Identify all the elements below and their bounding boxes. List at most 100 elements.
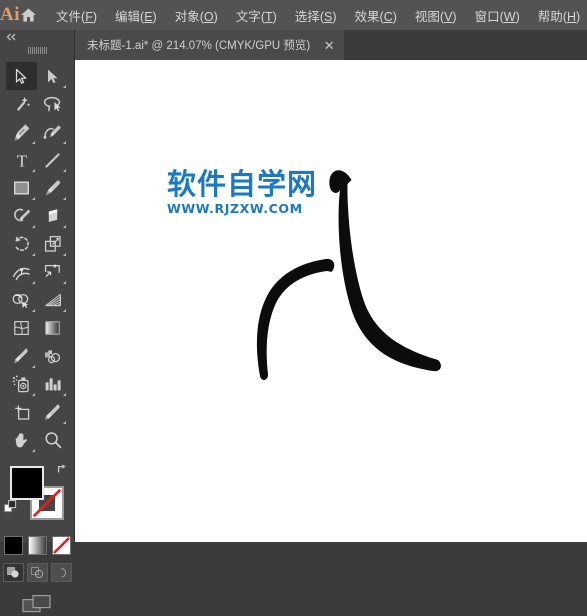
- tool-paintbrush[interactable]: [37, 174, 68, 202]
- slice-knife-icon: [44, 404, 60, 420]
- tool-gradient[interactable]: [37, 314, 68, 342]
- artboard-canvas[interactable]: 软件自学网 WWW.RJZXW.COM: [75, 60, 587, 542]
- hand-icon: [15, 432, 27, 448]
- tool-flyout-marker: [32, 141, 35, 144]
- tool-flyout-marker: [63, 309, 66, 312]
- draw-inside-icon: [60, 567, 66, 578]
- watermark-title: 软件自学网: [167, 167, 318, 201]
- gradient-mode-button[interactable]: [27, 536, 47, 555]
- tool-curvature[interactable]: [37, 118, 68, 146]
- tool-shape-builder[interactable]: [6, 286, 37, 314]
- line-segment-icon: [45, 152, 60, 168]
- menu-label-view: 视图: [414, 9, 440, 24]
- tool-rectangle[interactable]: [6, 174, 37, 202]
- tool-mesh[interactable]: [6, 314, 37, 342]
- menu-item-help[interactable]: 帮助(H): [529, 2, 587, 29]
- draw-behind-icon: [30, 566, 43, 578]
- tool-flyout-marker: [32, 197, 35, 200]
- tool-zoom[interactable]: [37, 426, 68, 454]
- tool-hand[interactable]: [6, 426, 37, 454]
- type-t-icon: T: [16, 152, 27, 169]
- tool-column-graph[interactable]: [37, 370, 68, 398]
- tool-shaper[interactable]: [6, 202, 37, 230]
- tool-direct-selection[interactable]: [37, 62, 68, 90]
- menu-item-effect[interactable]: 效果(C): [346, 2, 406, 29]
- tool-type[interactable]: T: [6, 146, 37, 174]
- menu-label-window: 窗口: [474, 9, 500, 24]
- tool-rotate[interactable]: [6, 230, 37, 258]
- menu-item-file[interactable]: 文件(F): [47, 2, 106, 29]
- tool-free-transform[interactable]: [37, 258, 68, 286]
- menu-label-file: 文件: [56, 9, 82, 24]
- tool-flyout-marker: [32, 365, 35, 368]
- collapse-panel-icon[interactable]: [0, 30, 74, 44]
- tool-perspective-grid[interactable]: [37, 286, 68, 314]
- close-icon[interactable]: ✕: [322, 39, 336, 52]
- perspective-grid-icon: [44, 293, 61, 306]
- paintbrush-icon: [45, 180, 60, 196]
- tool-flyout-marker: [63, 85, 66, 88]
- menu-item-object[interactable]: 对象(O): [166, 2, 227, 29]
- tool-artboard[interactable]: [6, 398, 37, 426]
- rotate-icon: [14, 236, 29, 251]
- width-icon: [12, 267, 30, 280]
- menu-accel-type: T: [264, 9, 273, 24]
- screen-mode-button[interactable]: [0, 594, 74, 616]
- tool-pen[interactable]: [6, 118, 37, 146]
- swap-fill-stroke-icon[interactable]: [56, 462, 69, 480]
- menu-item-list: 文件(F) 编辑(E) 对象(O) 文字(T) 选择(S) 效果(C) 视图(V…: [47, 2, 587, 29]
- tool-symbol-sprayer[interactable]: [6, 370, 37, 398]
- menu-label-select: 选择: [294, 9, 320, 24]
- shaper-icon: [13, 208, 30, 222]
- tool-lasso[interactable]: [37, 90, 68, 118]
- tool-slice[interactable]: [37, 398, 68, 426]
- free-transform-icon: [44, 264, 60, 277]
- fill-swatch[interactable]: [10, 466, 44, 500]
- panel-drag-handle[interactable]: [0, 44, 74, 56]
- eyedropper-icon: [13, 348, 28, 364]
- draw-behind-button[interactable]: [26, 563, 48, 582]
- fill-stroke-controls: [0, 460, 75, 534]
- tool-blend[interactable]: [37, 342, 68, 370]
- color-mode-button[interactable]: [3, 536, 23, 555]
- lasso-icon: [43, 96, 61, 111]
- draw-normal-button[interactable]: [2, 563, 24, 582]
- tool-flyout-marker: [32, 281, 35, 284]
- shape-builder-icon: [12, 293, 29, 308]
- menu-accel-help: H: [566, 9, 576, 24]
- watermark: 软件自学网 WWW.RJZXW.COM: [167, 167, 327, 217]
- draw-inside-button[interactable]: [50, 563, 72, 582]
- menu-accel-file: F: [85, 9, 93, 24]
- tool-width[interactable]: [6, 258, 37, 286]
- tools-panel: T: [0, 30, 75, 613]
- home-icon[interactable]: [20, 0, 37, 30]
- menu-item-edit[interactable]: 编辑(E): [106, 2, 166, 29]
- magnifier-icon: [44, 432, 61, 449]
- curvature-pen-icon: [43, 125, 61, 139]
- artwork-stroke-right: [329, 170, 441, 372]
- screen-mode-icon: [22, 595, 51, 613]
- tool-eyedropper[interactable]: [6, 342, 37, 370]
- none-mode-button[interactable]: [51, 536, 71, 555]
- tool-line-segment[interactable]: [37, 146, 68, 174]
- tool-flyout-marker: [32, 253, 35, 256]
- default-fill-stroke-icon[interactable]: [4, 500, 19, 520]
- tool-eraser[interactable]: [37, 202, 68, 230]
- tool-scale[interactable]: [37, 230, 68, 258]
- menu-item-window[interactable]: 窗口(W): [466, 2, 529, 29]
- menu-item-select[interactable]: 选择(S): [286, 2, 346, 29]
- tool-magic-wand[interactable]: [6, 90, 37, 118]
- scale-icon: [44, 235, 61, 252]
- menu-item-type[interactable]: 文字(T): [227, 2, 286, 29]
- document-tab[interactable]: 未标题-1.ai* @ 214.07% (CMYK/GPU 预览) ✕: [75, 30, 345, 60]
- tool-flyout-marker: [63, 141, 66, 144]
- tool-flyout-marker: [63, 281, 66, 284]
- column-graph-icon: [45, 378, 61, 391]
- tool-selection[interactable]: [6, 62, 37, 90]
- menu-item-view[interactable]: 视图(V): [406, 2, 466, 29]
- tool-grid: T: [6, 62, 68, 454]
- tool-flyout-marker: [63, 225, 66, 228]
- menu-label-type: 文字: [235, 9, 261, 24]
- tool-flyout-marker: [63, 421, 66, 424]
- tool-flyout-marker: [32, 393, 35, 396]
